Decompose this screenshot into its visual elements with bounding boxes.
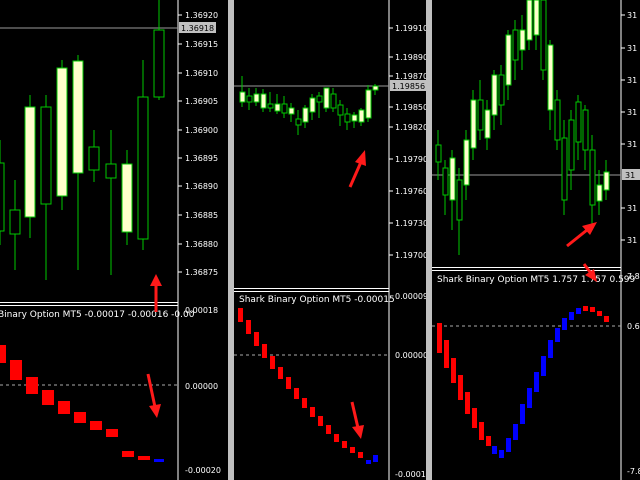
price-tick: 1.36900 (185, 126, 218, 135)
arrow-annotation-icon (566, 222, 597, 248)
indicator-tick: 0.00009 (395, 292, 426, 301)
candles (239, 76, 379, 135)
price-tick: 1.36880 (185, 240, 218, 249)
indicator-tick: -0.00017 (395, 470, 426, 479)
indicator-axis: 7.8 0.6 -7.8 (627, 272, 640, 476)
indicator-histogram (437, 306, 609, 458)
price-tick: 1.36915 (185, 40, 218, 49)
price-tick: 1.36905 (185, 97, 218, 106)
arrow-annotation-icon (150, 274, 162, 312)
indicator-tick: 0.6 (627, 322, 640, 331)
price-tick: 1.19870 (395, 72, 426, 81)
price-tick: 1.19760 (395, 187, 426, 196)
price-tick: 1.19850 (395, 103, 426, 112)
price-tick: 31 (627, 236, 637, 245)
price-tick: 1.19820 (395, 123, 426, 132)
price-axis: 1.36920 1.36915 1.36910 1.36905 1.36900 … (178, 11, 218, 277)
price-tick: 1.19730 (395, 219, 426, 228)
chart-panel-3-canvas: 31 31 31 31 31 31 31 31 Shark Binary Opt… (432, 0, 640, 480)
indicator-histogram (0, 345, 164, 462)
indicator-tick: -0.00020 (185, 466, 221, 475)
price-tick: 1.19910 (395, 24, 426, 33)
chart-panel-2-canvas: 1.19910 1.19890 1.19870 1.19850 1.19820 … (234, 0, 426, 480)
price-tick: 31 (627, 140, 637, 149)
indicator-title: Shark Binary Option MT5 1.757 1.757 0.59… (437, 275, 636, 285)
price-tick: 1.36875 (185, 268, 218, 277)
indicator-tick: 0.00018 (185, 306, 218, 315)
price-tick: 1.36920 (185, 11, 218, 20)
price-axis: 31 31 31 31 31 31 31 (621, 11, 637, 245)
price-tick: 31 (627, 204, 637, 213)
candles (0, 0, 165, 280)
indicator-tick: -7.8 (627, 467, 640, 476)
price-tick: 1.36885 (185, 211, 218, 220)
candles (435, 0, 610, 255)
price-tick: 1.36910 (185, 69, 218, 78)
price-tick: 1.19700 (395, 251, 426, 260)
arrow-annotation-icon (348, 150, 366, 188)
chart-panel-3[interactable]: 31 31 31 31 31 31 31 31 Shark Binary Opt… (432, 0, 640, 480)
current-price-label: 1.36918 (181, 24, 214, 33)
price-tick: 1.19890 (395, 53, 426, 62)
indicator-title: Binary Option MT5 -0.00017 -0.00016 -0.0… (0, 310, 195, 320)
price-tick: 31 (627, 108, 637, 117)
price-tick: 31 (627, 11, 637, 20)
indicator-tick: 0.00000 (395, 351, 426, 360)
indicator-axis: 0.00009 0.00000 -0.00017 (395, 292, 426, 479)
indicator-axis: 0.00018 0.00000 -0.00020 (185, 306, 221, 475)
price-tick: 31 (627, 44, 637, 53)
indicator-tick: 7.8 (627, 272, 640, 281)
indicator-histogram (238, 308, 378, 464)
indicator-tick: 0.00000 (185, 382, 218, 391)
price-axis: 1.19910 1.19890 1.19870 1.19850 1.19820 … (389, 24, 426, 260)
chart-panel-1-canvas: 1.36920 1.36915 1.36910 1.36905 1.36900 … (0, 0, 221, 480)
arrow-annotation-icon (350, 401, 364, 439)
chart-panel-1[interactable]: 1.36920 1.36915 1.36910 1.36905 1.36900 … (0, 0, 228, 480)
price-tick: 31 (627, 76, 637, 85)
current-price-label: 31 (625, 171, 635, 180)
price-tick: 1.36890 (185, 182, 218, 191)
indicator-title: Shark Binary Option MT5 -0.00015 (239, 295, 395, 305)
current-price-label: 1.19856 (392, 82, 425, 91)
price-tick: 1.19790 (395, 155, 426, 164)
arrow-annotation-icon (146, 373, 161, 418)
price-tick: 1.36895 (185, 154, 218, 163)
chart-panel-2[interactable]: 1.19910 1.19890 1.19870 1.19850 1.19820 … (234, 0, 426, 480)
